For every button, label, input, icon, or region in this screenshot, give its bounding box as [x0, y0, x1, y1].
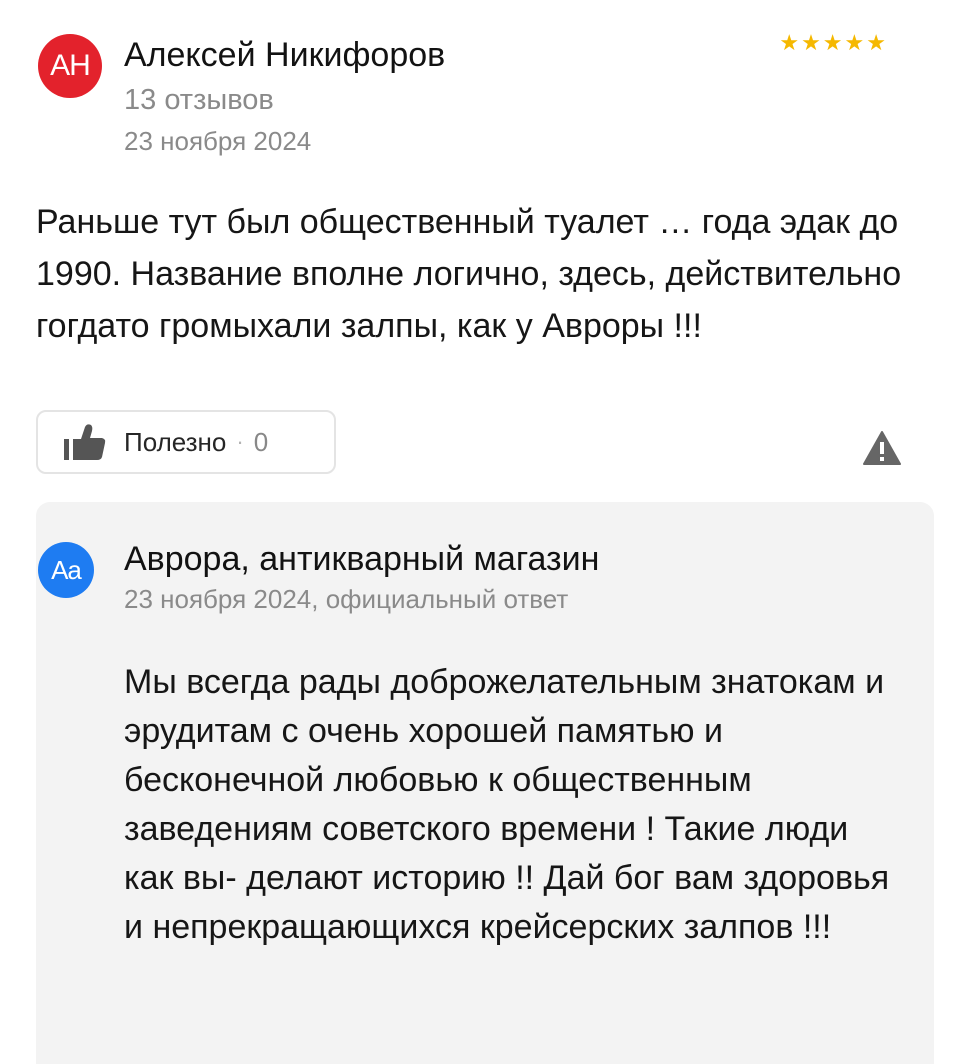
star-icon: ★: [801, 30, 821, 55]
author-name[interactable]: Алексей Никифоров: [124, 36, 445, 75]
author-review-count: 13 отзывов: [124, 84, 274, 116]
star-icon: ★: [844, 30, 865, 55]
review-card: АН Алексей Никифоров 13 отзывов 23 ноябр…: [0, 0, 960, 500]
useful-count: 0: [253, 426, 269, 457]
useful-label: Полезно: [124, 426, 227, 457]
star-rating: ★ ★ ★ ★ ★: [779, 32, 886, 54]
answer-meta: 23 ноября 2024, официальный ответ: [124, 584, 569, 614]
review-date: 23 ноября 2024: [124, 126, 312, 156]
author-avatar[interactable]: АН: [38, 34, 102, 98]
org-avatar[interactable]: Aa: [38, 542, 94, 598]
useful-button[interactable]: Полезно · 0: [36, 410, 336, 474]
answer-text: Мы всегда рады доброжелательным знатокам…: [124, 663, 890, 946]
org-name[interactable]: Аврора, антикварный магазин: [124, 540, 599, 579]
star-icon: ★: [866, 30, 886, 55]
star-icon: ★: [779, 30, 800, 55]
star-icon: ★: [822, 30, 843, 55]
review-text: Раньше тут был общественный туалет … год…: [36, 203, 902, 345]
thumbs-up-icon: [62, 422, 108, 462]
official-answer: Aa Аврора, антикварный магазин 23 ноября…: [36, 502, 934, 1064]
warning-triangle-icon[interactable]: [862, 430, 902, 466]
useful-separator: ·: [236, 429, 244, 454]
